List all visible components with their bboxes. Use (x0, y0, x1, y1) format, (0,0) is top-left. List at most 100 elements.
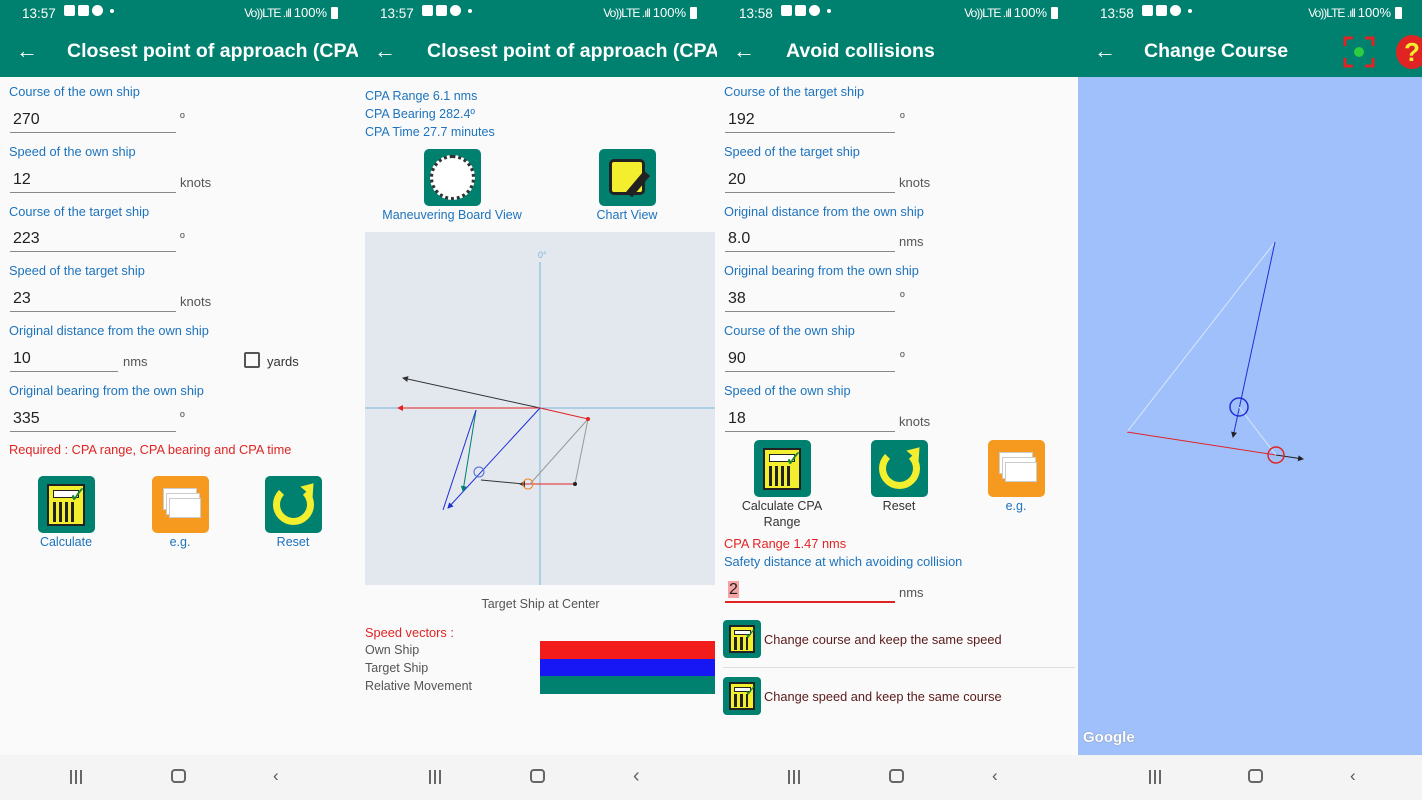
home-icon[interactable] (889, 769, 904, 783)
distance-label: Original distance from the own ship (724, 204, 924, 219)
distance-field[interactable]: 8.0 (725, 228, 895, 252)
distance-unit: nms (123, 354, 148, 369)
home-icon[interactable] (1248, 769, 1263, 783)
change-course-button[interactable]: ✓ (723, 620, 761, 658)
example-button[interactable] (988, 440, 1045, 497)
chart-view-button[interactable] (599, 149, 656, 206)
reset-button[interactable] (265, 476, 322, 533)
safety-distance-value: 2 (728, 581, 739, 598)
target-course-field[interactable]: 223 (10, 228, 176, 252)
change-course-label[interactable]: Change course and keep the same speed (764, 632, 1002, 647)
battery-text: 100% (652, 5, 686, 20)
course-line-light (1126, 241, 1276, 433)
bearing-field[interactable]: 335 (10, 408, 176, 432)
more-notifications-icon (468, 8, 472, 13)
gallery-icon (422, 5, 433, 16)
calculate-button[interactable]: ✓ (38, 476, 95, 533)
vector-diagram: 0° (365, 250, 715, 585)
target-speed-unit: knots (180, 294, 212, 309)
back-arrow-icon[interactable]: ← (16, 38, 38, 64)
course-diagram (1126, 241, 1304, 464)
notification-icons (64, 5, 114, 16)
cards-icon (169, 498, 201, 518)
own-course-field[interactable]: 90 (725, 348, 895, 372)
calculate-label: Calculate (39, 535, 93, 549)
center-caption: Target Ship at Center (481, 597, 600, 611)
maneuvering-board: 0° (365, 232, 715, 585)
target-ship-vector (447, 407, 541, 509)
email-icon (1156, 5, 1167, 16)
own-speed-field[interactable]: 18 (725, 408, 895, 432)
back-arrow-icon[interactable]: ← (374, 38, 396, 64)
help-icon[interactable]: ? (1396, 35, 1422, 69)
own-track-line (1126, 431, 1277, 456)
recents-icon[interactable] (788, 770, 800, 784)
target-speed-label: Speed of the target ship (9, 263, 145, 278)
status-time: 13:58 (1100, 6, 1134, 21)
signal-icon: Vo))LTE .ıll (603, 5, 650, 20)
calculator-icon: ✓ (47, 484, 87, 526)
parallelogram-side-3 (480, 479, 525, 485)
notification-icons (422, 5, 472, 16)
own-course-field[interactable]: 270 (10, 109, 176, 133)
nav-back-icon[interactable]: ‹ (992, 767, 998, 784)
target-speed-unit: knots (899, 175, 931, 190)
target-course-label: Course of the target ship (724, 84, 865, 99)
safety-distance-unit: nms (899, 585, 924, 600)
email-icon (795, 5, 806, 16)
reset-label: Reset (276, 535, 310, 549)
recents-icon[interactable] (429, 770, 441, 784)
back-arrow-icon[interactable]: ← (1094, 38, 1116, 64)
recents-icon[interactable] (70, 770, 82, 784)
chart-view-label: Chart View (596, 208, 658, 222)
own-speed-label: Speed of the own ship (9, 144, 136, 159)
gallery-icon (64, 5, 75, 16)
calculator-icon: ✓ (729, 625, 757, 653)
change-speed-label[interactable]: Change speed and keep the same course (764, 689, 1002, 704)
target-course-unit: º (180, 230, 185, 245)
notification-icons (1142, 5, 1192, 16)
status-time: 13:57 (22, 6, 56, 21)
own-course-label: Course of the own ship (9, 84, 140, 99)
yards-checkbox[interactable] (244, 352, 260, 368)
status-bar: 13:57 Vo))LTE .ıll 100% (358, 0, 717, 27)
example-button[interactable] (152, 476, 209, 533)
more-notifications-icon (110, 8, 114, 13)
home-icon[interactable] (171, 769, 186, 783)
target-course-field[interactable]: 192 (725, 109, 895, 133)
back-arrow-icon[interactable]: ← (733, 38, 755, 64)
nav-back-icon[interactable]: ‹ (633, 766, 640, 786)
app-bar: ← Closest point of approach (CPA) (358, 27, 717, 77)
legend-target-ship: Target Ship (365, 661, 429, 675)
my-location-icon[interactable] (1343, 36, 1375, 68)
target-speed-field[interactable]: 20 (725, 169, 895, 193)
parallelogram-side-1 (574, 418, 589, 485)
safety-distance-field[interactable]: 2 (725, 579, 895, 603)
bearing-field[interactable]: 38 (725, 288, 895, 312)
status-time: 13:57 (380, 6, 414, 21)
own-speed-field[interactable]: 12 (10, 169, 176, 193)
recents-icon[interactable] (1149, 770, 1161, 784)
signal-icon: Vo))LTE .ıll (964, 5, 1011, 20)
reset-button[interactable] (871, 440, 928, 497)
status-bar: 13:57 Vo))LTE .ıll 100% (0, 0, 358, 27)
parallelogram-diag (529, 418, 589, 485)
nav-back-icon[interactable]: ‹ (273, 767, 279, 784)
distance-label: Original distance from the own ship (9, 323, 209, 338)
message-icon (92, 5, 103, 16)
battery-icon (331, 6, 338, 19)
own-speed-unit: knots (180, 175, 212, 190)
calculate-cpa-range-button[interactable]: ✓ (754, 440, 811, 497)
page-title: Avoid collisions (786, 40, 935, 62)
target-speed-field[interactable]: 23 (10, 288, 176, 312)
maneuvering-board-button[interactable] (424, 149, 481, 206)
change-speed-button[interactable]: ✓ (723, 677, 761, 715)
distance-field[interactable]: 10 (10, 348, 118, 372)
maneuvering-board-label: Maneuvering Board View (382, 208, 522, 222)
map-view[interactable]: Google (1078, 77, 1422, 755)
nav-back-icon[interactable]: ‹ (1350, 767, 1356, 784)
home-icon[interactable] (530, 769, 545, 783)
bearing-unit: º (180, 409, 185, 424)
legend-target-ship-swatch (540, 659, 715, 677)
email-icon (78, 5, 89, 16)
